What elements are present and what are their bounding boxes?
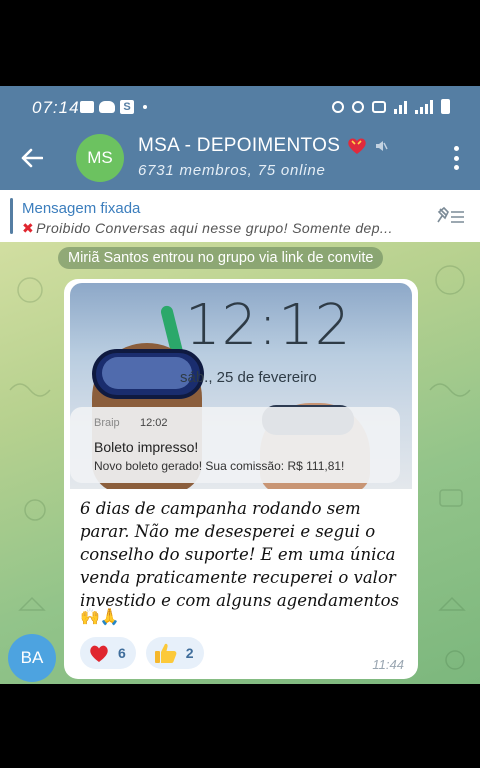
message-caption: 6 dias de campanha rodando sem parar. Nã… [80,499,400,610]
notification-app: Braip [94,417,120,429]
menu-dot-icon [453,165,459,170]
pin-list-icon[interactable] [436,206,466,226]
top-letterbox [0,0,480,86]
thumbs-up-icon [154,643,177,663]
lockscreen-notification: Braip 12:02 Boleto impresso! Novo boleto… [70,407,400,483]
chat-title: MSA - DEPOIMENTOS [138,135,341,156]
mute-vibrate-icon [372,100,386,113]
pinned-accent [10,198,13,234]
mask-glass [102,357,192,389]
notification-title: Boleto impresso! [94,439,199,455]
wifi-icon [394,100,407,114]
menu-dot-icon [453,155,459,161]
battery-icon [441,99,450,114]
service-message: Miriã Santos entrou no grupo via link de… [58,247,384,269]
menu-dot-icon [453,146,459,151]
reaction-count: 6 [118,645,126,661]
caption-emoji: 🙌🙏 [80,609,120,626]
cloud-icon [99,101,115,113]
heart-icon [90,645,108,662]
pinned-title: Mensagem fixada [22,200,141,217]
sender-avatar[interactable]: BA [8,634,56,682]
reaction-heart[interactable]: 6 [80,637,136,669]
cross-mark-icon: ✖ [22,220,35,236]
message-time: 11:44 [372,657,404,672]
arrow-left-icon [21,148,43,168]
alarm-icon [352,100,364,113]
notification-icons: S [80,100,147,114]
s-app-icon: S [120,100,134,114]
message-photo[interactable]: 12:12 sáb., 25 de fevereiro Braip 12:02 … [70,283,412,489]
reaction-thumbs-up[interactable]: 2 [145,637,204,669]
title-row[interactable]: MSA - DEPOIMENTOS [138,135,388,157]
status-bar: 07:14 S [0,86,480,126]
image-icon [80,101,94,113]
pinned-text: Proibido Conversas aqui nesse grupo! Som… [36,220,393,236]
muted-icon [376,141,388,151]
notification-time: 12:02 [140,417,168,429]
signal-icon [415,99,433,114]
message-bubble[interactable]: 12:12 sáb., 25 de fevereiro Braip 12:02 … [64,279,418,679]
notification-body: Novo boleto gerado! Sua comissão: R$ 111… [94,459,345,473]
back-button[interactable] [14,142,50,174]
pinned-message-bar[interactable]: Mensagem fixada ✖ Proibido Conversas aqui… [0,190,480,242]
more-notifications-icon [143,105,147,109]
system-icons [332,99,450,114]
group-avatar[interactable]: MS [76,134,124,182]
chat-header: MS MSA - DEPOIMENTOS 6731 membros, 75 on… [0,126,480,190]
reaction-count: 2 [185,645,194,661]
status-time: 07:14 [32,98,80,117]
key-icon [332,100,344,113]
reactions: 6 2 [80,637,204,669]
lockscreen-time: 12:12 [185,293,352,358]
lockscreen-date: sáb., 25 de fevereiro [180,369,317,386]
heart-fire-icon [348,138,366,154]
members-online-count: 6731 membros, 75 online [138,162,326,179]
pinned-preview: ✖ Proibido Conversas aqui nesse grupo! So… [22,220,432,237]
more-options-button[interactable] [452,146,460,170]
bottom-letterbox [0,684,480,768]
